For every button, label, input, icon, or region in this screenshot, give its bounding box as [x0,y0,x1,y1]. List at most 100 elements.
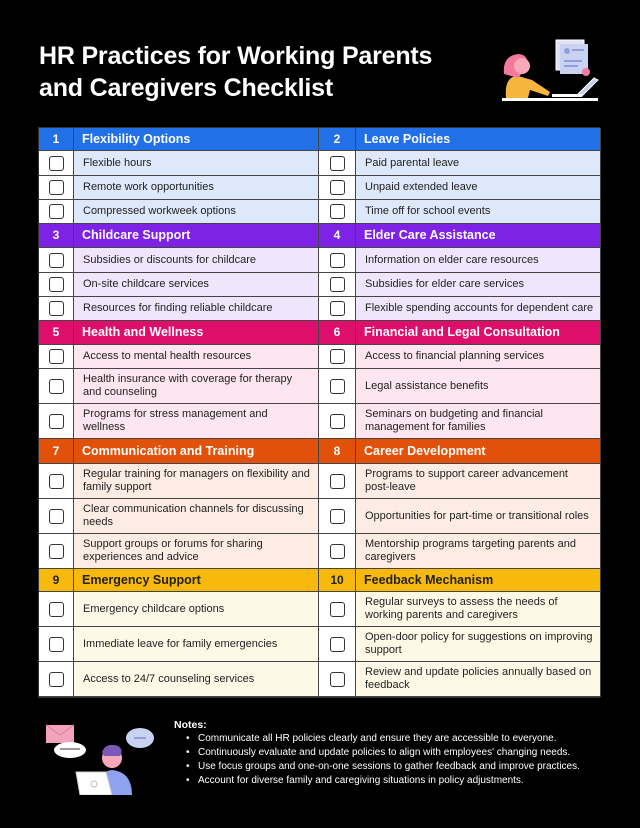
checklist-item: Subsidies or discounts for childcare [74,248,319,273]
checklist-item: Remote work opportunities [74,176,319,200]
section-number: 4 [319,224,356,248]
checkbox-cell[interactable] [39,499,74,534]
checklist-item: Flexible spending accounts for dependent… [356,297,601,321]
checkbox-icon[interactable] [329,252,345,268]
checkbox-cell[interactable] [39,404,74,439]
notes-section: Notes: Communicate all HR policies clear… [174,718,604,788]
checkbox-icon[interactable] [48,180,64,195]
checkbox-icon[interactable] [329,473,345,489]
checkbox-icon[interactable] [329,413,345,429]
checkbox-cell[interactable] [319,297,356,321]
checkbox-cell[interactable] [39,534,74,569]
checkbox-cell[interactable] [319,404,356,439]
section-title: Flexibility Options [74,128,319,151]
section-number: 6 [319,321,356,345]
checklist-item: Emergency childcare options [74,592,319,627]
checkbox-cell[interactable] [319,592,356,627]
checklist-item: Opportunities for part-time or transitio… [356,499,601,534]
checkbox-cell[interactable] [319,345,356,369]
checkbox-icon[interactable] [329,671,345,687]
checklist-item: Seminars on budgeting and financial mana… [356,404,601,439]
checkbox-icon[interactable] [48,671,64,687]
checkbox-icon[interactable] [48,378,64,394]
checkbox-cell[interactable] [319,248,356,273]
checkbox-cell[interactable] [39,627,74,662]
checkbox-cell[interactable] [39,297,74,321]
checkbox-icon[interactable] [48,636,64,652]
checkbox-cell[interactable] [39,464,74,499]
note-item: Communicate all HR policies clearly and … [186,732,604,746]
checkbox-icon[interactable] [48,413,64,429]
section-title: Elder Care Assistance [356,224,601,248]
checklist-item: Programs to support career advancement p… [356,464,601,499]
checklist-item: Resources for finding reliable childcare [74,297,319,321]
checkbox-icon[interactable] [48,155,64,171]
checkbox-icon[interactable] [329,204,345,219]
note-item: Continuously evaluate and update policie… [186,746,604,760]
checkbox-cell[interactable] [39,248,74,273]
checkbox-cell[interactable] [319,151,356,176]
checklist-item: Open-door policy for suggestions on impr… [356,627,601,662]
checkbox-cell[interactable] [39,369,74,404]
checkbox-icon[interactable] [329,301,345,316]
checklist-item: Programs for stress management and welln… [74,404,319,439]
checkbox-icon[interactable] [329,180,345,195]
checkbox-icon[interactable] [329,378,345,394]
checkbox-icon[interactable] [329,508,345,524]
checkbox-cell[interactable] [39,273,74,297]
checkbox-cell[interactable] [319,534,356,569]
checkbox-cell[interactable] [319,273,356,297]
section-number: 7 [39,439,74,464]
checkbox-cell[interactable] [319,464,356,499]
checkbox-icon[interactable] [329,601,345,617]
checklist-item: Access to mental health resources [74,345,319,369]
checkbox-cell[interactable] [319,499,356,534]
section-number: 9 [39,569,74,592]
checklist-item: Review and update policies annually base… [356,662,601,697]
checkbox-cell[interactable] [39,345,74,369]
checklist-item: Health insurance with coverage for thera… [74,369,319,404]
checkbox-cell[interactable] [39,662,74,697]
note-item: Account for diverse family and caregivin… [186,774,604,788]
checkbox-icon[interactable] [329,155,345,171]
checkbox-cell[interactable] [319,200,356,224]
section-number: 10 [319,569,356,592]
checkbox-cell[interactable] [319,662,356,697]
section-title: Leave Policies [356,128,601,151]
checklist-table: 1 Flexibility Options 2 Leave Policies Flexi… [38,127,601,698]
checkbox-icon[interactable] [48,204,64,219]
checkbox-icon[interactable] [48,252,64,268]
checkbox-icon[interactable] [48,473,64,489]
checklist-item: Access to financial planning services [356,345,601,369]
checkbox-icon[interactable] [329,636,345,652]
checkbox-cell[interactable] [319,627,356,662]
checklist-item: Time off for school events [356,200,601,224]
checkbox-icon[interactable] [48,508,64,524]
section-title: Emergency Support [74,569,319,592]
checkbox-cell[interactable] [39,176,74,200]
checkbox-cell[interactable] [39,151,74,176]
checklist-item: Clear communication channels for discuss… [74,499,319,534]
section-title: Childcare Support [74,224,319,248]
woman-at-laptop-illustration [502,39,599,101]
checkbox-cell[interactable] [319,369,356,404]
checkbox-icon[interactable] [48,301,64,316]
checkbox-icon[interactable] [329,277,345,292]
checklist-item: Regular surveys to assess the needs of w… [356,592,601,627]
checkbox-cell[interactable] [39,200,74,224]
checklist-item: Mentorship programs targeting parents an… [356,534,601,569]
note-item: Use focus groups and one-on-one sessions… [186,760,604,774]
checkbox-icon[interactable] [48,543,64,559]
checklist-item: Paid parental leave [356,151,601,176]
checkbox-icon[interactable] [48,601,64,617]
checkbox-icon[interactable] [329,543,345,559]
section-number: 5 [39,321,74,345]
checkbox-cell[interactable] [319,176,356,200]
section-title: Feedback Mechanism [356,569,601,592]
notes-list: Communicate all HR policies clearly and … [174,732,604,788]
checkbox-cell[interactable] [39,592,74,627]
section-title: Career Development [356,439,601,464]
checkbox-icon[interactable] [48,277,64,292]
checkbox-icon[interactable] [48,349,64,364]
checkbox-icon[interactable] [329,349,345,364]
